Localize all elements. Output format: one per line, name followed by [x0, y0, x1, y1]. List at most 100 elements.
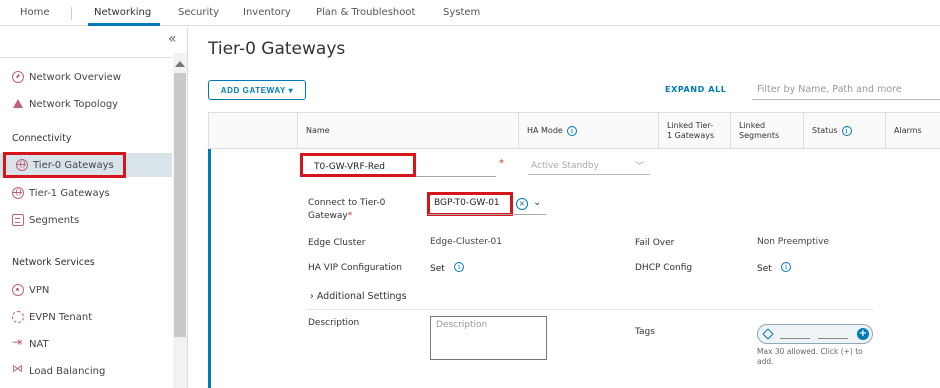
required-asterisk: *: [347, 210, 353, 221]
scrollbar-thumb[interactable]: [174, 73, 186, 337]
sidebar: « Network Overview Network Topology Conn…: [0, 27, 188, 388]
sidebar-item-label: VPN: [29, 284, 50, 296]
info-icon[interactable]: i: [781, 262, 791, 272]
add-tag-icon[interactable]: +: [857, 328, 869, 340]
sidebar-item-evpn-tenant[interactable]: EVPN Tenant: [0, 305, 172, 329]
sidebar-item-segments[interactable]: Segments: [0, 208, 172, 232]
fail-over-value: Non Preemptive: [757, 237, 830, 247]
tags-input[interactable]: +: [757, 324, 873, 344]
label-line: Connect to Tier-0: [308, 198, 386, 208]
column-header-alarms[interactable]: Alarms: [885, 113, 940, 149]
info-icon[interactable]: i: [566, 126, 577, 136]
sidebar-item-label: NAT: [29, 338, 49, 350]
edge-cluster-label: Edge Cluster: [308, 238, 366, 248]
nav-divider: [71, 7, 72, 20]
expand-all-link[interactable]: EXPAND ALL: [665, 85, 726, 94]
sidebar-scrollbar[interactable]: [173, 53, 187, 388]
ha-mode-placeholder: Active Standby: [531, 160, 599, 171]
chevron-down-icon[interactable]: ⌄: [533, 197, 541, 208]
sidebar-item-network-topology[interactable]: Network Topology: [0, 92, 172, 116]
column-header-status[interactable]: Status i: [803, 113, 885, 149]
column-label: Linked Tier- 1 Gateways: [667, 121, 714, 142]
scope-field[interactable]: [818, 338, 848, 339]
tab-system[interactable]: System: [443, 7, 480, 18]
column-label-line: Segments: [739, 131, 780, 140]
info-icon[interactable]: i: [841, 126, 852, 136]
ha-vip-set-link[interactable]: Set: [430, 264, 445, 274]
sidebar-item-label: Network Topology: [29, 98, 119, 110]
sidebar-item-vpn[interactable]: VPN: [0, 278, 172, 302]
description-placeholder: Description: [436, 320, 488, 330]
tab-plan-troubleshoot[interactable]: Plan & Troubleshoot: [316, 7, 415, 18]
description-label: Description: [308, 318, 360, 328]
sidebar-divider: [0, 57, 172, 58]
column-label: HA Mode: [527, 125, 563, 135]
sidebar-item-load-balancing[interactable]: Load Balancing: [0, 359, 172, 383]
column-header-linked-tier1[interactable]: Linked Tier- 1 Gateways: [658, 113, 730, 149]
active-tab-indicator: [88, 23, 160, 26]
dhcp-config-label: DHCP Config: [635, 263, 693, 273]
section-divider: [306, 309, 873, 310]
collapse-sidebar-icon[interactable]: «: [168, 31, 177, 47]
sidebar-item-label: Load Balancing: [29, 365, 106, 377]
fail-over-label: Fail Over: [635, 238, 675, 248]
highlight-box-sidebar: [3, 152, 126, 178]
label-line: Gateway: [308, 210, 348, 221]
connect-tier0-value[interactable]: BGP-T0-GW-01: [434, 198, 500, 208]
scroll-up-arrow-icon[interactable]: [175, 61, 185, 67]
column-label: Name: [306, 125, 330, 135]
sidebar-item-label: Segments: [29, 214, 80, 226]
info-icon[interactable]: i: [454, 262, 464, 272]
filter-input[interactable]: [752, 80, 940, 100]
expanded-row-indicator: [208, 149, 211, 388]
tab-security[interactable]: Security: [178, 7, 219, 18]
top-navigation: Home Networking Security Inventory Plan …: [0, 0, 940, 26]
tag-field[interactable]: [780, 338, 810, 339]
tab-home[interactable]: Home: [20, 7, 50, 18]
chevron-right-icon: ›: [310, 291, 314, 302]
connect-tier0-label: Connect to Tier-0 Gateway*: [308, 197, 385, 222]
load-balancing-icon: [12, 362, 24, 377]
grid-header: Name HA Mode i Linked Tier- 1 Gateways Li…: [209, 113, 940, 149]
clear-selection-icon[interactable]: ×: [516, 198, 528, 210]
dhcp-config-set-link[interactable]: Set: [757, 264, 772, 274]
sidebar-item-label: Network Overview: [29, 71, 122, 83]
sidebar-item-nat[interactable]: NAT: [0, 332, 172, 356]
column-header-name[interactable]: Name: [297, 113, 506, 149]
sidebar-item-network-overview[interactable]: Network Overview: [0, 65, 172, 89]
tags-hint: Max 30 allowed. Click (+) to add.: [757, 347, 863, 366]
tag-icon: [762, 328, 774, 340]
column-label: Linked Segments: [739, 121, 779, 142]
segments-icon: [12, 214, 24, 226]
tab-inventory[interactable]: Inventory: [243, 7, 291, 18]
section-title-connectivity: Connectivity: [12, 133, 72, 144]
tags-label: Tags: [635, 327, 655, 337]
highlight-box-name: [300, 153, 416, 177]
ha-mode-select[interactable]: Active Standby ﹀: [528, 157, 650, 175]
tenant-icon: [12, 311, 24, 323]
additional-settings-label: Additional Settings: [316, 291, 407, 302]
additional-settings-toggle[interactable]: › Additional Settings: [310, 290, 407, 303]
column-header-linked-segments[interactable]: Linked Segments: [730, 113, 803, 149]
sidebar-item-label: EVPN Tenant: [29, 311, 93, 323]
column-label-line: 1 Gateways: [667, 131, 715, 140]
chevron-down-icon: ﹀: [634, 162, 644, 172]
sidebar-item-label: Tier-1 Gateways: [29, 187, 110, 199]
column-label-line: Linked: [739, 120, 766, 130]
column-label-line: Linked Tier-: [667, 120, 714, 130]
edge-cluster-value: Edge-Cluster-01: [430, 237, 502, 247]
vpn-icon: [12, 284, 24, 296]
gauge-icon: [12, 71, 24, 83]
description-textarea[interactable]: Description: [430, 316, 547, 360]
column-label: Status: [812, 125, 838, 135]
column-header-ha-mode[interactable]: HA Mode i: [518, 113, 658, 149]
section-title-network-services: Network Services: [12, 257, 95, 268]
globe-icon: [12, 187, 24, 199]
topology-icon: [12, 98, 24, 110]
column-label: Alarms: [894, 125, 922, 135]
ha-vip-label: HA VIP Configuration: [308, 263, 402, 273]
sidebar-item-tier1-gateways[interactable]: Tier-1 Gateways: [0, 181, 172, 205]
add-gateway-button[interactable]: ADD GATEWAY ▾: [208, 80, 306, 100]
nat-icon: [12, 335, 24, 350]
tab-networking[interactable]: Networking: [94, 7, 151, 18]
